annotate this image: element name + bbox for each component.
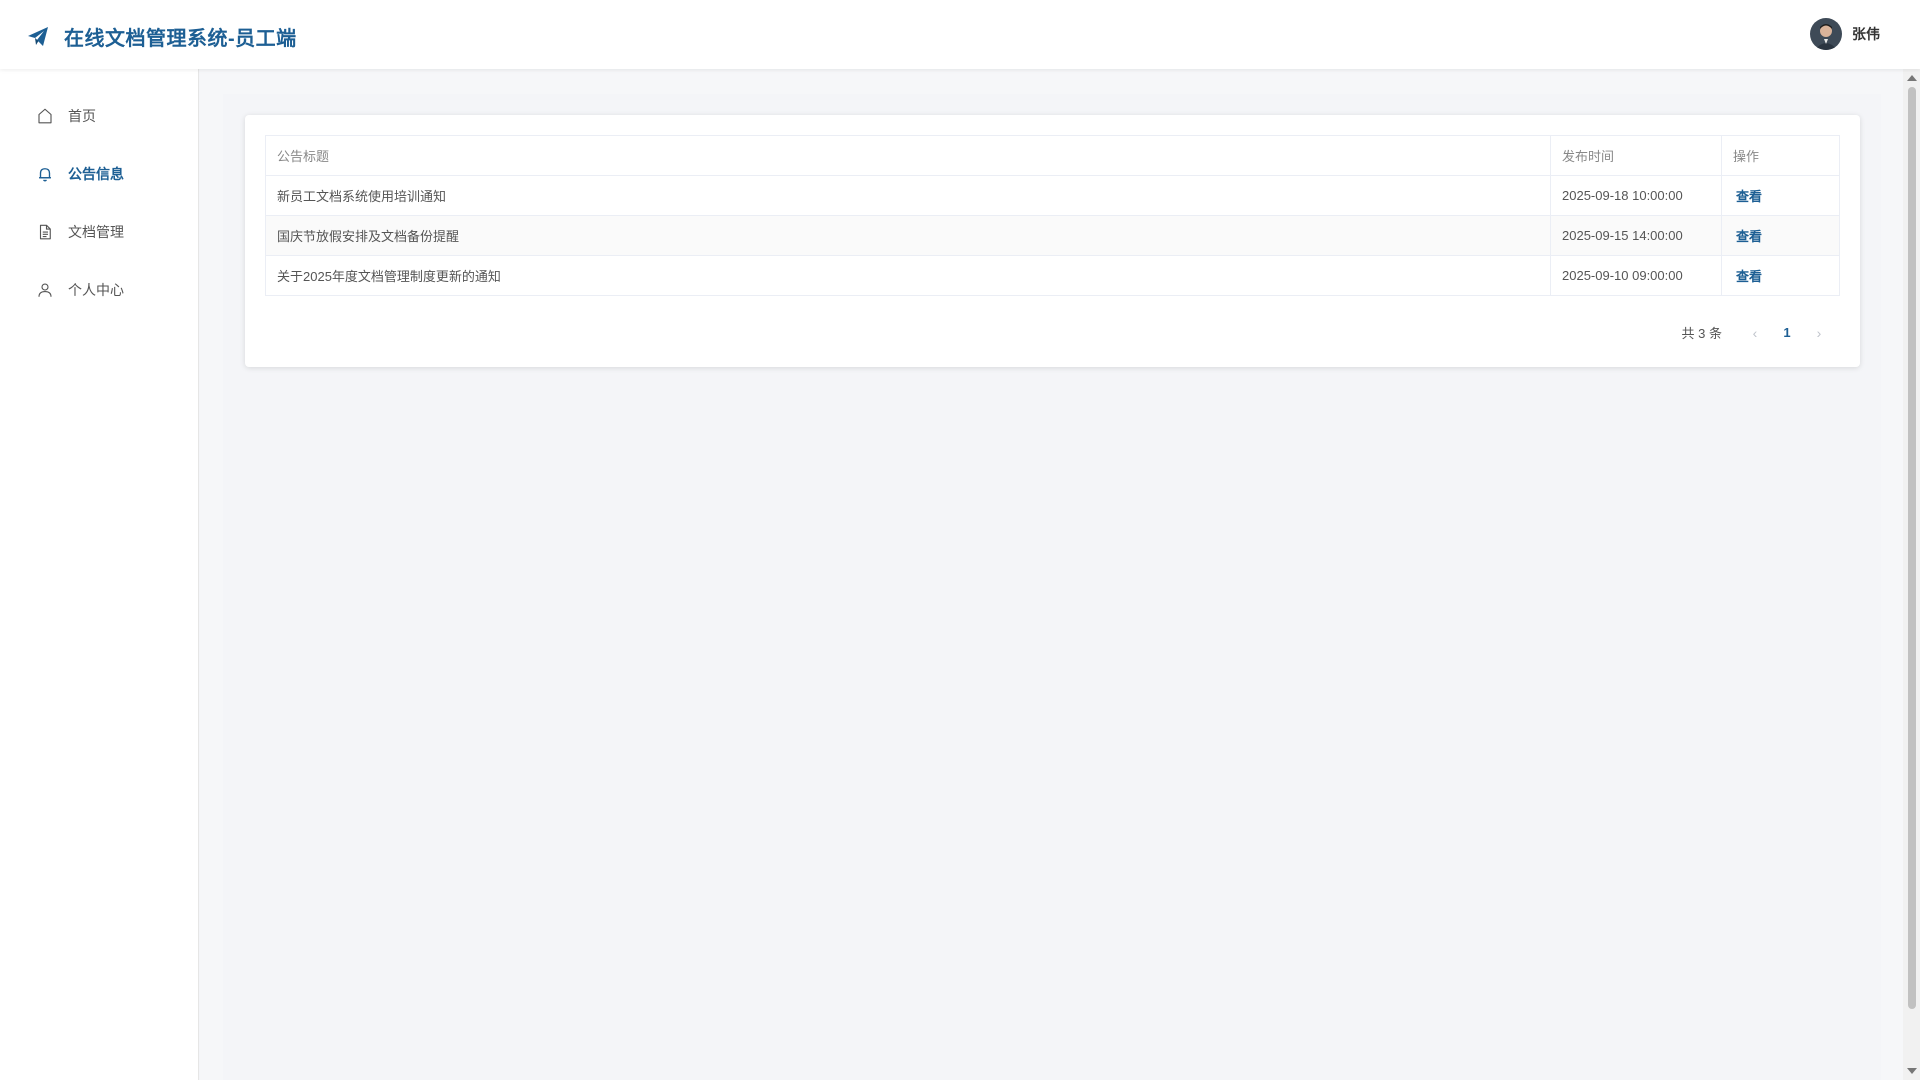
scroll-thumb[interactable] <box>1908 87 1916 1009</box>
column-header-title: 公告标题 <box>265 135 1551 176</box>
action-cell: 查看 <box>1721 215 1840 256</box>
sidebar-item-label: 首页 <box>68 108 96 124</box>
announcement-title: 国庆节放假安排及文档备份提醒 <box>265 215 1551 256</box>
sidebar-item-home[interactable]: 首页 <box>0 87 198 145</box>
announcement-table: 公告标题 发布时间 操作 新员工文档系统使用培训通知 2025-09-18 10… <box>265 135 1840 296</box>
pagination: 共 3 条 ‹ 1 › <box>1682 323 1830 342</box>
scroll-up-arrow-icon[interactable] <box>1907 75 1917 81</box>
avatar[interactable] <box>1810 18 1842 50</box>
app-title: 在线文档管理系统-员工端 <box>64 28 297 50</box>
column-header-action: 操作 <box>1721 135 1840 176</box>
announcement-time: 2025-09-15 14:00:00 <box>1550 215 1722 256</box>
action-cell: 查看 <box>1721 175 1840 216</box>
column-header-time: 发布时间 <box>1550 135 1722 176</box>
sidebar: 首页 公告信息 文档管理 个人中心 <box>0 69 199 1080</box>
table-row: 关于2025年度文档管理制度更新的通知 2025-09-10 09:00:00 … <box>265 255 1840 296</box>
sidebar-item-label: 文档管理 <box>68 224 124 240</box>
announcement-title: 新员工文档系统使用培训通知 <box>265 175 1551 216</box>
action-cell: 查看 <box>1721 255 1840 296</box>
scroll-down-arrow-icon[interactable] <box>1907 1068 1917 1074</box>
announcement-card: 公告标题 发布时间 操作 新员工文档系统使用培训通知 2025-09-18 10… <box>245 115 1860 367</box>
user-name: 张伟 <box>1852 26 1880 42</box>
announcement-title: 关于2025年度文档管理制度更新的通知 <box>265 255 1551 296</box>
page-number[interactable]: 1 <box>1766 325 1808 340</box>
view-button[interactable]: 查看 <box>1733 189 1762 204</box>
announcement-time: 2025-09-18 10:00:00 <box>1550 175 1722 216</box>
sidebar-item-announcements[interactable]: 公告信息 <box>0 145 198 203</box>
user-menu[interactable]: 张伟 <box>1810 18 1880 50</box>
chevron-left-icon[interactable]: ‹ <box>1744 325 1766 341</box>
sidebar-item-documents[interactable]: 文档管理 <box>0 203 198 261</box>
brand[interactable]: 在线文档管理系统-员工端 <box>26 22 297 51</box>
view-button[interactable]: 查看 <box>1733 229 1762 244</box>
table-row: 国庆节放假安排及文档备份提醒 2025-09-15 14:00:00 查看 <box>265 215 1840 256</box>
top-header: 在线文档管理系统-员工端 张伟 <box>0 0 1920 69</box>
sidebar-item-profile[interactable]: 个人中心 <box>0 261 198 319</box>
vertical-scrollbar[interactable] <box>1903 69 1920 1080</box>
table-header-row: 公告标题 发布时间 操作 <box>265 135 1840 176</box>
table-row: 新员工文档系统使用培训通知 2025-09-18 10:00:00 查看 <box>265 175 1840 216</box>
pagination-total: 共 3 条 <box>1681 326 1722 341</box>
user-icon <box>38 283 52 297</box>
home-icon <box>38 108 52 124</box>
document-icon <box>39 224 51 240</box>
view-button[interactable]: 查看 <box>1733 269 1762 284</box>
sidebar-item-label: 个人中心 <box>68 282 124 298</box>
bell-icon <box>39 168 51 182</box>
sidebar-item-label: 公告信息 <box>68 166 124 182</box>
chevron-right-icon[interactable]: › <box>1808 325 1830 341</box>
paper-plane-icon <box>28 26 48 46</box>
announcement-time: 2025-09-10 09:00:00 <box>1550 255 1722 296</box>
